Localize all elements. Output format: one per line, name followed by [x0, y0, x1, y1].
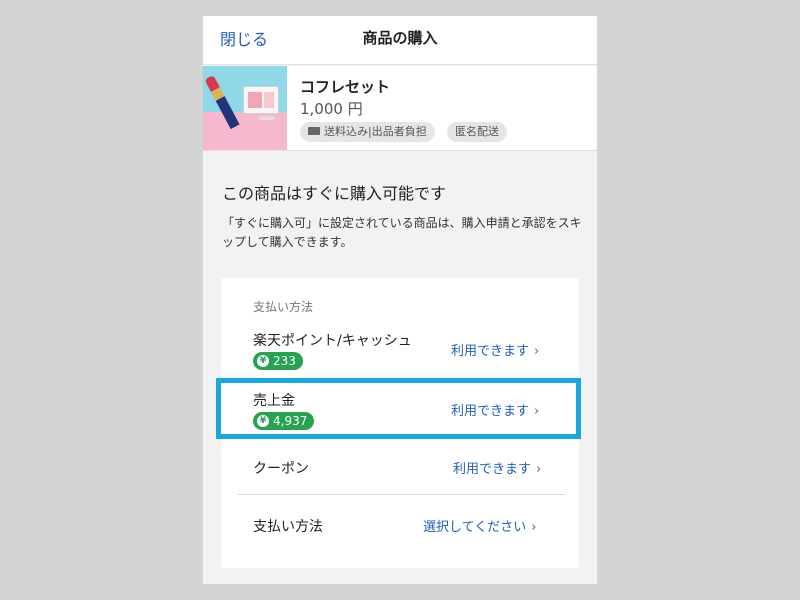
- payment-heading: 支払い方法: [253, 300, 314, 314]
- use-proceeds-link[interactable]: 利用できます ›: [451, 400, 539, 419]
- chevron-right-icon: ›: [534, 344, 540, 359]
- payment-row-coupon[interactable]: クーポン 利用できます ›: [221, 458, 579, 482]
- payment-row-label: クーポン: [253, 461, 309, 477]
- divider: [237, 494, 565, 495]
- chevron-right-icon: ›: [536, 462, 542, 477]
- truck-icon: [308, 127, 320, 135]
- use-coupon-link[interactable]: 利用できます ›: [453, 458, 541, 477]
- payment-row-label: 楽天ポイント/キャッシュ: [253, 333, 412, 349]
- payment-card: 支払い方法 楽天ポイント/キャッシュ ¥233 利用できます › 売上金 ¥4,9…: [221, 278, 579, 568]
- purchase-screen: 閉じる 商品の購入 コフレセット 1,000 円 送料込み|出品者負担 匿名配送…: [203, 16, 597, 584]
- anonymous-shipping-tag: 匿名配送: [447, 122, 507, 142]
- payment-row-sales-proceeds[interactable]: 売上金 ¥4,937 利用できます ›: [221, 390, 579, 432]
- yen-icon: ¥: [257, 414, 269, 427]
- product-thumbnail: [203, 66, 287, 150]
- balance-value: 4,937: [273, 414, 308, 428]
- link-label: 利用できます: [451, 344, 530, 359]
- payment-row-rakuten-points[interactable]: 楽天ポイント/キャッシュ ¥233 利用できます ›: [221, 330, 579, 372]
- chevron-right-icon: ›: [534, 404, 540, 419]
- page-title: 商品の購入: [362, 29, 438, 47]
- product-summary[interactable]: コフレセット 1,000 円 送料込み|出品者負担 匿名配送: [203, 66, 597, 151]
- link-label: 利用できます: [453, 462, 532, 477]
- instant-purchase-description: 「すぐに購入可」に設定されている商品は、購入申請と承認をスキップして購入できます…: [222, 216, 582, 249]
- payment-row-method[interactable]: 支払い方法 選択してください ›: [221, 516, 579, 540]
- payment-row-label: 売上金: [253, 393, 295, 409]
- payment-row-label: 支払い方法: [253, 519, 323, 535]
- header: 閉じる 商品の購入: [203, 16, 597, 65]
- instant-purchase-title: この商品はすぐに購入可能です: [222, 184, 447, 203]
- balance-value: 233: [273, 354, 296, 368]
- product-price: 1,000 円: [300, 100, 363, 118]
- shipping-tag: 送料込み|出品者負担: [300, 122, 435, 142]
- balance-badge: ¥233: [253, 352, 303, 370]
- compact-image: [243, 86, 279, 114]
- shipping-tag-label: 送料込み|出品者負担: [324, 125, 427, 138]
- lipstick-image: [204, 74, 240, 130]
- product-name: コフレセット: [300, 78, 391, 96]
- yen-icon: ¥: [257, 354, 269, 367]
- brush-image: [259, 116, 275, 120]
- link-label: 選択してください: [423, 520, 527, 535]
- select-payment-method-link[interactable]: 選択してください ›: [423, 516, 536, 535]
- link-label: 利用できます: [451, 404, 530, 419]
- chevron-right-icon: ›: [531, 520, 537, 535]
- balance-badge: ¥4,937: [253, 412, 315, 430]
- use-points-link[interactable]: 利用できます ›: [451, 340, 539, 359]
